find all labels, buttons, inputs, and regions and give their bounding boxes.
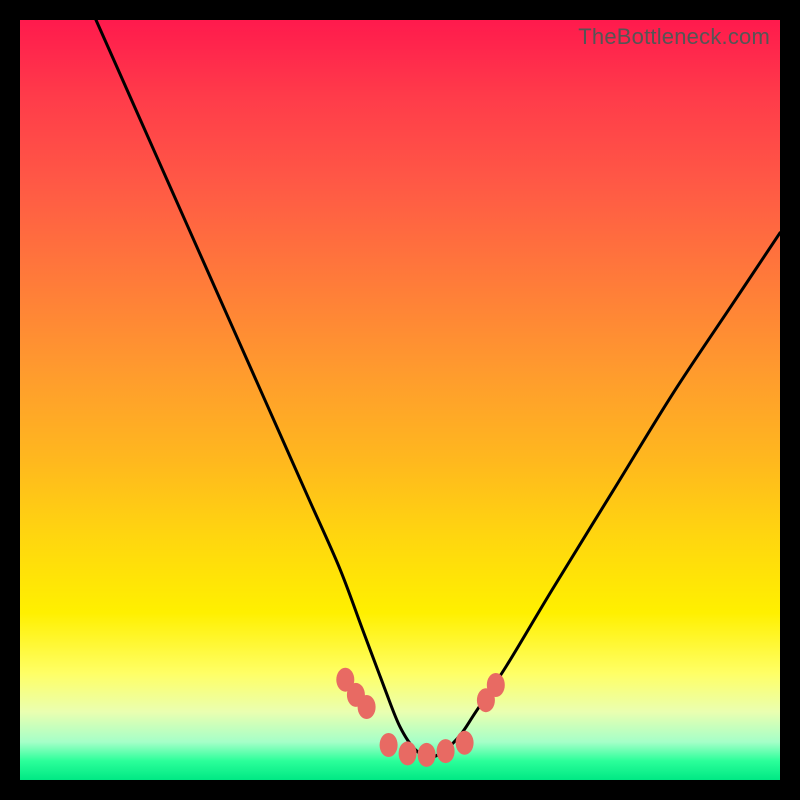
bead-marker [399, 741, 417, 765]
bead-marker [456, 731, 474, 755]
plot-area: TheBottleneck.com [20, 20, 780, 780]
curve-svg [20, 20, 780, 780]
bottleneck-curve [96, 20, 780, 757]
curve-path [96, 20, 780, 757]
bead-marker [437, 739, 455, 763]
bead-marker [380, 733, 398, 757]
bead-marker [418, 743, 436, 767]
bead-marker [487, 673, 505, 697]
bead-markers-group [336, 668, 505, 767]
bead-marker [358, 695, 376, 719]
outer-frame: TheBottleneck.com [0, 0, 800, 800]
